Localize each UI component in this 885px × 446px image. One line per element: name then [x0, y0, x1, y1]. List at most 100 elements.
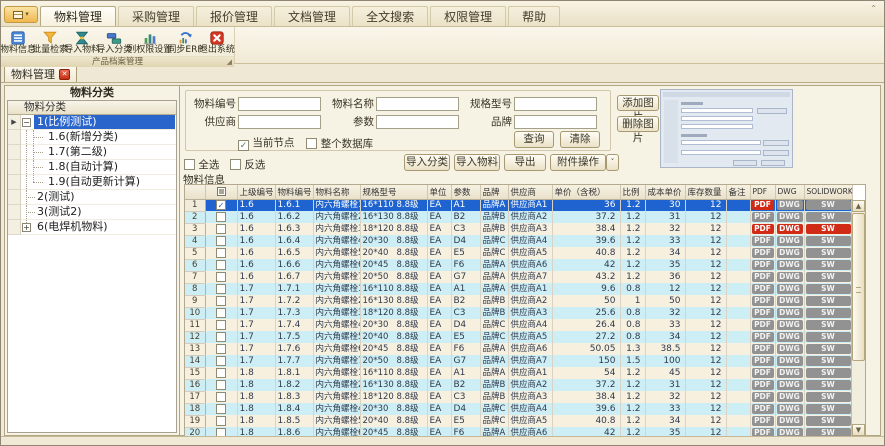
column-header-参数[interactable]: 参数 [451, 185, 480, 199]
clear-button[interactable]: 清除 [560, 131, 600, 148]
row-checkbox[interactable] [216, 272, 226, 282]
table-row[interactable]: 31.61.6.3内六角螺栓318*1208.8级EAC3品牌B供应商A338.… [185, 223, 852, 235]
pdf-badge[interactable]: PDF [752, 416, 774, 426]
invert-select-checkbox[interactable]: 反选 [230, 157, 265, 172]
pdf-badge[interactable]: PDF [752, 284, 774, 294]
expand-icon[interactable]: + [22, 223, 31, 232]
pdf-badge[interactable]: PDF [752, 332, 774, 342]
row-checkbox[interactable] [216, 332, 226, 342]
dwg-badge[interactable]: DWG [777, 272, 803, 282]
column-header-单价（含税）[interactable]: 单价（含税） [552, 185, 620, 199]
menu-tab-文档管理[interactable]: 文档管理 [274, 6, 350, 26]
column-header-成本单价[interactable]: 成本单价 [645, 185, 685, 199]
tree-item[interactable]: 3(测试2) [8, 205, 176, 220]
table-row[interactable]: 101.71.7.3内六角螺栓318*1208.8级EAC3品牌B供应商A325… [185, 307, 852, 319]
dwg-badge[interactable]: DWG [777, 284, 803, 294]
menu-tab-权限管理[interactable]: 权限管理 [430, 6, 506, 26]
attachment-dropdown-icon[interactable]: ˅ [606, 154, 619, 171]
table-row[interactable]: 21.61.6.2内六角螺栓216*1308.8级EAB2品牌B供应商A237.… [185, 211, 852, 223]
column-permission-button[interactable]: 列权限设置 [130, 28, 169, 56]
column-header-物料名称[interactable]: 物料名称 [313, 185, 360, 199]
scroll-up-icon[interactable]: ▲ [852, 200, 865, 212]
table-row[interactable]: 1✓1.61.6.1内六角螺栓116*1108.8级EAA1品牌A供应商A136… [185, 199, 852, 211]
dwg-badge[interactable]: DWG [777, 224, 803, 234]
menu-tab-物料管理[interactable]: 物料管理 [40, 6, 116, 26]
menu-tab-采购管理[interactable]: 采购管理 [118, 6, 194, 26]
column-header-SOLIDWORKS[interactable]: SOLIDWORKS [804, 185, 852, 199]
dwg-badge[interactable]: DWG [777, 344, 803, 354]
current-node-checkbox[interactable]: ✓ 当前节点 [238, 135, 294, 151]
whole-database-checkbox[interactable]: 整个数据库 [306, 136, 373, 151]
tree-item[interactable]: +6(电焊机物料) [8, 220, 176, 235]
sw-badge[interactable]: SW [806, 296, 851, 306]
app-menu-button[interactable]: ▾ [4, 6, 38, 23]
row-checkbox[interactable] [216, 212, 226, 222]
column-header-备注[interactable]: 备注 [726, 185, 750, 199]
row-checkbox[interactable] [216, 260, 226, 270]
spec-model-input[interactable] [514, 97, 597, 111]
column-header-库存数量[interactable]: 库存数量 [685, 185, 726, 199]
row-checkbox[interactable] [216, 404, 226, 414]
dwg-badge[interactable]: DWG [777, 368, 803, 378]
import-material-button[interactable]: 导入物料 [66, 28, 98, 56]
tree-item[interactable]: 1.7(第二级) [8, 145, 176, 160]
sw-badge[interactable]: SW [806, 392, 851, 402]
add-image-button[interactable]: 添加图片 [617, 95, 659, 111]
table-row[interactable]: 171.81.8.3内六角螺栓318*1208.8级EAC3品牌B供应商A338… [185, 391, 852, 403]
dwg-badge[interactable]: DWG [777, 200, 803, 210]
tree-item[interactable]: 1.9(自动更新计算) [8, 175, 176, 190]
pdf-badge[interactable]: PDF [752, 380, 774, 390]
import-category-action-button[interactable]: 导入分类 [404, 154, 450, 171]
pdf-badge[interactable]: PDF [752, 260, 774, 270]
row-checkbox[interactable] [216, 248, 226, 258]
pdf-badge[interactable]: PDF [752, 200, 774, 210]
delete-image-button[interactable]: 删除图片 [617, 116, 659, 132]
row-checkbox[interactable] [216, 380, 226, 390]
column-header-DWG[interactable]: DWG [775, 185, 804, 199]
dwg-badge[interactable]: DWG [777, 308, 803, 318]
row-checkbox[interactable] [216, 284, 226, 294]
table-row[interactable]: 151.81.8.1内六角螺栓116*1108.8级EAA1品牌A供应商A154… [185, 367, 852, 379]
row-checkbox[interactable] [216, 344, 226, 354]
column-header-上级编号[interactable]: 上级编号 [237, 185, 275, 199]
dwg-badge[interactable]: DWG [777, 380, 803, 390]
batch-search-button[interactable]: 批量检索 [34, 28, 66, 56]
dwg-badge[interactable]: DWG [777, 248, 803, 258]
sw-badge[interactable]: SW [806, 236, 851, 246]
sync-erp-button[interactable]: 同步ERP [169, 28, 201, 56]
table-row[interactable]: 111.71.7.4内六角螺栓420*308.8级EAD4品牌C供应商A426.… [185, 319, 852, 331]
table-row[interactable]: 51.61.6.5内六角螺栓520*408.8级EAE5品牌C供应商A540.8… [185, 247, 852, 259]
row-checkbox[interactable] [216, 356, 226, 366]
select-all-header-icon[interactable] [217, 187, 226, 196]
tree-item[interactable]: 2(测试) [8, 190, 176, 205]
scroll-down-icon[interactable]: ▼ [852, 424, 865, 436]
menu-tab-全文搜索[interactable]: 全文搜索 [352, 6, 428, 26]
pdf-badge[interactable]: PDF [752, 344, 774, 354]
sw-badge[interactable]: SW [806, 404, 851, 414]
attachment-operations-button[interactable]: 附件操作 [550, 154, 606, 171]
sw-badge[interactable]: SW [806, 260, 851, 270]
exit-system-button[interactable]: 退出系统 [201, 28, 233, 56]
column-header-checkbox[interactable] [205, 185, 237, 199]
vertical-scrollbar[interactable]: ▲ ▼ [851, 200, 865, 436]
column-header-品牌[interactable]: 品牌 [480, 185, 508, 199]
document-tab-material[interactable]: 物料管理 ✕ [4, 65, 77, 82]
table-row[interactable]: 41.61.6.4内六角螺栓420*308.8级EAD4品牌C供应商A439.6… [185, 235, 852, 247]
ribbon-collapse-icon[interactable]: ⌃ [870, 4, 877, 13]
row-checkbox[interactable] [216, 224, 226, 234]
sw-badge[interactable]: SW [806, 308, 851, 318]
brand-input[interactable] [514, 115, 597, 129]
dialog-launcher-icon[interactable]: ◢ [227, 59, 232, 66]
row-checkbox[interactable] [216, 320, 226, 330]
dwg-badge[interactable]: DWG [777, 236, 803, 246]
row-checkbox[interactable] [216, 392, 226, 402]
pdf-badge[interactable]: PDF [752, 272, 774, 282]
pdf-badge[interactable]: PDF [752, 368, 774, 378]
table-row[interactable]: 71.61.6.7内六角螺栓720*508.8级EAG7品牌A供应商A743.2… [185, 271, 852, 283]
row-checkbox[interactable] [216, 308, 226, 318]
row-checkbox[interactable] [216, 368, 226, 378]
pdf-badge[interactable]: PDF [752, 296, 774, 306]
table-row[interactable]: 121.71.7.5内六角螺栓520*408.8级EAE5品牌C供应商A527.… [185, 331, 852, 343]
table-row[interactable]: 161.81.8.2内六角螺栓216*1308.8级EAB2品牌B供应商A237… [185, 379, 852, 391]
table-row[interactable]: 191.81.8.5内六角螺栓520*408.8级EAE5品牌C供应商A540.… [185, 415, 852, 427]
